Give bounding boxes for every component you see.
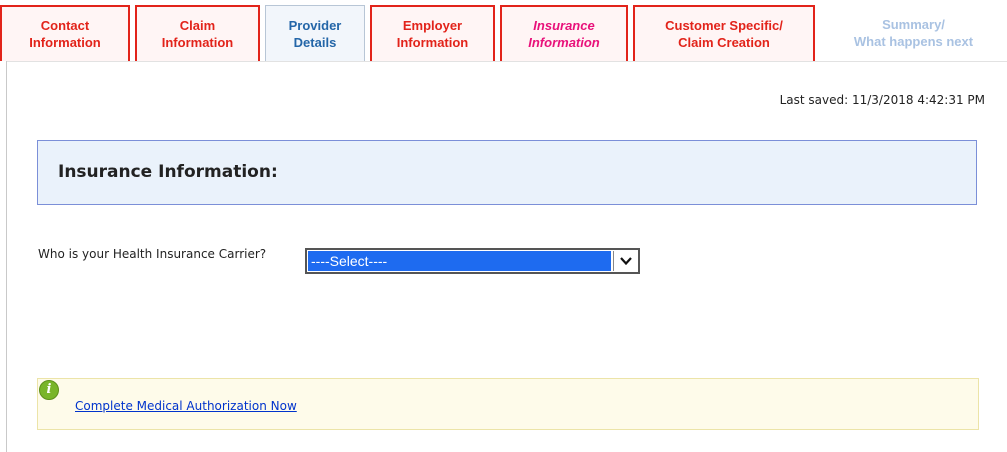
tab-label: Customer Specific/ Claim Creation — [665, 18, 783, 50]
wizard-tabs: Contact Information Claim Information Pr… — [0, 5, 1007, 65]
section-title: Insurance Information: — [58, 162, 278, 182]
info-icon: i — [39, 380, 59, 400]
info-callout: i Complete Medical Authorization Now — [37, 378, 979, 430]
tab-label: Insurance Information — [528, 18, 600, 50]
section-header: Insurance Information: — [37, 140, 977, 205]
tab-label: Summary/ What happens next — [853, 17, 974, 49]
carrier-label: Who is your Health Insurance Carrier? — [38, 247, 267, 261]
content-left-divider — [6, 61, 7, 452]
chevron-down-icon[interactable] — [613, 251, 637, 271]
tab-claim-information[interactable]: Claim Information — [135, 5, 260, 61]
carrier-select[interactable]: ----Select---- — [305, 248, 640, 274]
tab-customer-specific-claim-creation[interactable]: Customer Specific/ Claim Creation — [633, 5, 815, 61]
tab-label: Contact Information — [29, 18, 101, 50]
tab-label: Claim Information — [161, 18, 234, 50]
tab-label: Provider Details — [288, 17, 342, 50]
tab-label: Employer Information — [396, 18, 469, 50]
carrier-select-value: ----Select---- — [308, 251, 611, 271]
tab-employer-information[interactable]: Employer Information — [370, 5, 495, 61]
content-top-divider — [6, 61, 1007, 62]
tab-summary-what-happens-next[interactable]: Summary/ What happens next — [820, 5, 1007, 61]
last-saved-timestamp: Last saved: 11/3/2018 4:42:31 PM — [779, 93, 985, 107]
tab-insurance-information[interactable]: Insurance Information — [500, 5, 628, 61]
tab-provider-details[interactable]: Provider Details — [265, 5, 365, 61]
complete-medical-authorization-link[interactable]: Complete Medical Authorization Now — [75, 399, 297, 413]
tab-contact-information[interactable]: Contact Information — [0, 5, 130, 61]
